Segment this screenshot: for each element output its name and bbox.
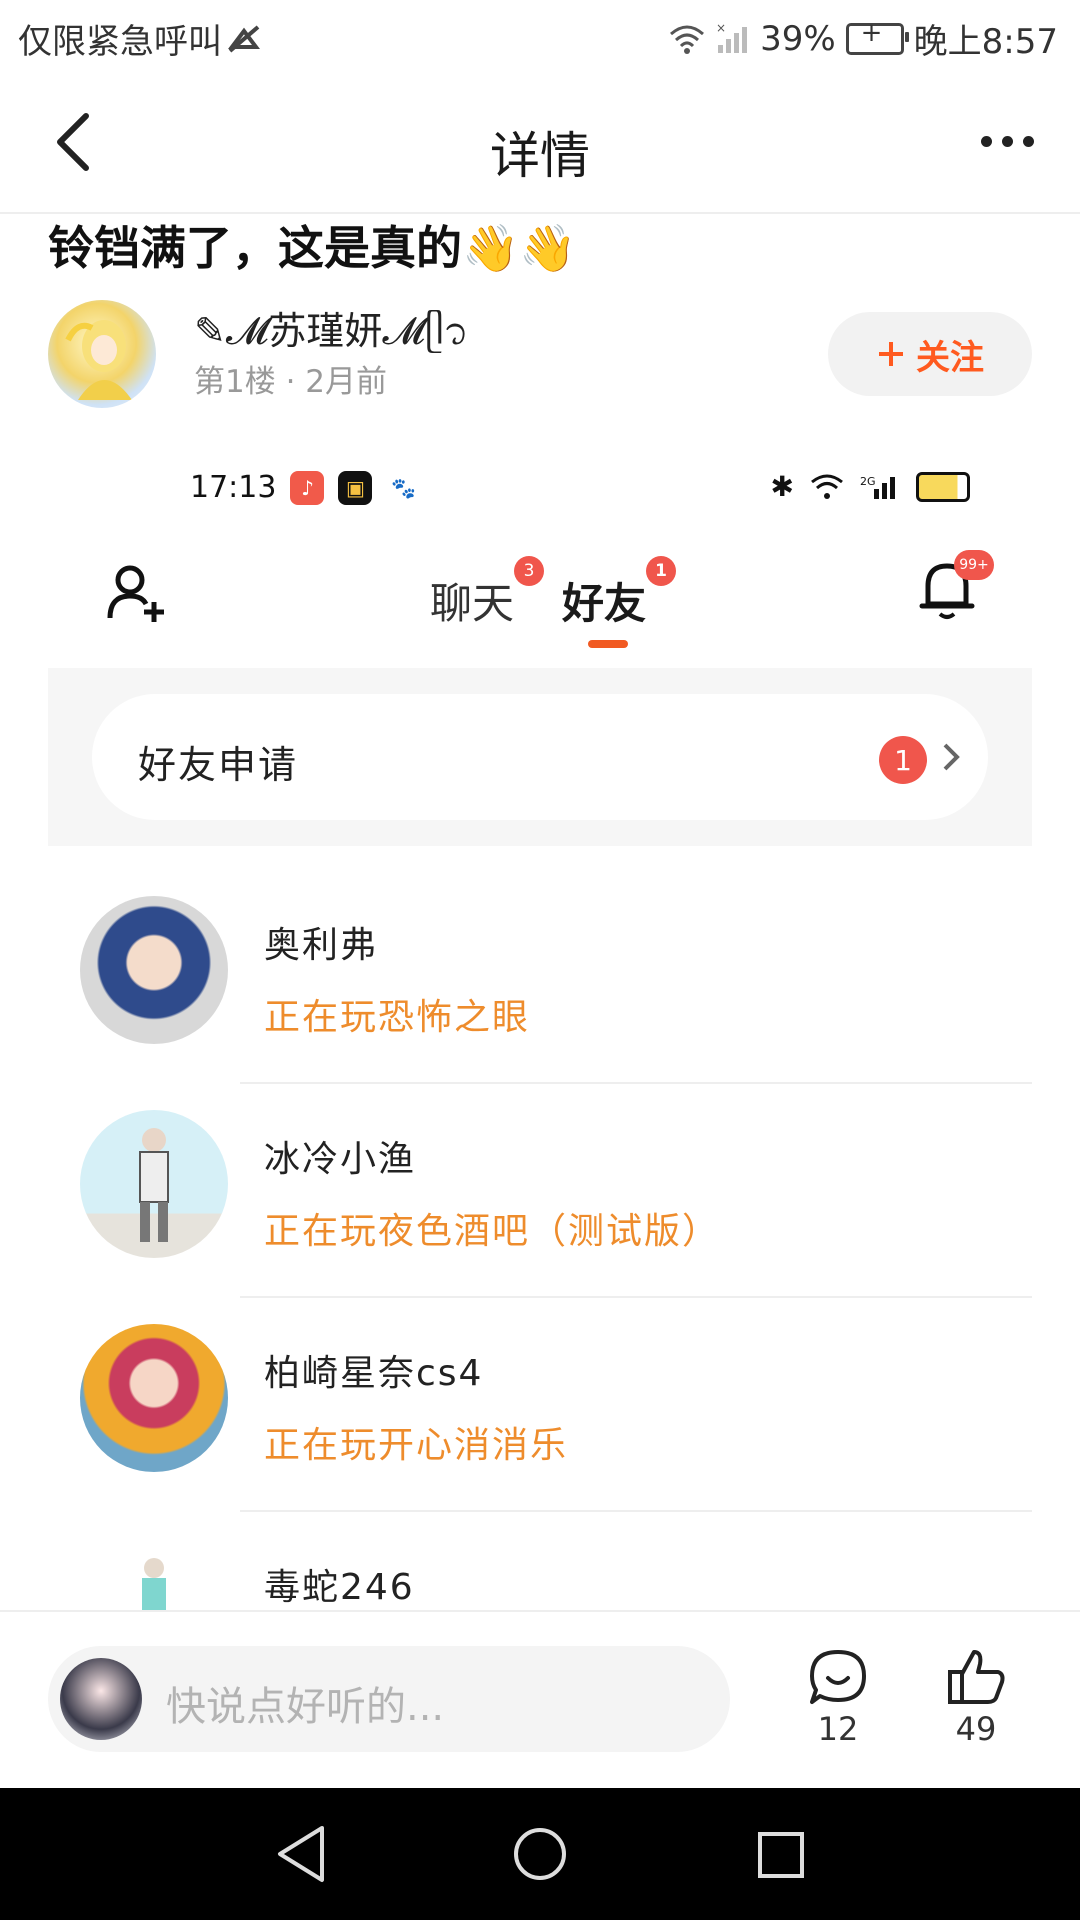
follow-button[interactable]: 关注 (828, 312, 1032, 396)
status-bar-right: × 39% + 晚上8:57 (668, 14, 1058, 63)
comment-input[interactable]: 快说点好听的... (48, 1646, 730, 1752)
post-meta: 第1楼 · 2月前 (194, 364, 388, 400)
clock: 晚上8:57 (913, 22, 1058, 62)
signal-off-icon (228, 24, 260, 53)
embedded-tab-bar: 聊天 3 好友 1 99+ (0, 530, 1080, 670)
embedded-request-section: 好友申请 1 (48, 668, 1032, 846)
comment-icon (810, 1650, 866, 1704)
embedded-tab-chat-badge: 3 (514, 556, 545, 586)
system-nav-bar (0, 1788, 1080, 1920)
comment-count: 12 (817, 1710, 859, 1748)
follow-label: 关注 (916, 337, 984, 378)
svg-text:×: × (716, 23, 726, 35)
friend-avatar (80, 1538, 228, 1610)
embedded-tab-chat: 聊天 3 (430, 556, 545, 631)
status-bar: 仅限紧急呼叫 × 39% + 晚上8:57 (0, 0, 1080, 72)
battery-percent: 39% (760, 18, 836, 59)
bluetooth-icon: ✱ (770, 470, 794, 503)
nav-recents-icon[interactable] (754, 1824, 808, 1884)
embedded-signal-icon: 2G (860, 475, 895, 499)
user-avatar (60, 1658, 142, 1740)
add-friend-icon (107, 565, 164, 622)
thumbs-up-icon (948, 1650, 1005, 1704)
friend-request-badge: 1 (879, 736, 927, 784)
friend-avatar-art (142, 1558, 166, 1610)
friend-status: 正在玩开心消消乐 (264, 1425, 569, 1466)
friend-avatar (80, 1110, 228, 1258)
cell-signal-icon: × (716, 23, 748, 53)
embedded-status-left: 17:13 ♪ ▣ 🐾 (190, 470, 421, 505)
music-app-icon: ♪ (290, 470, 325, 505)
page-title: 详情 (490, 127, 590, 185)
friend-list-item: 奥利弗 正在玩恐怖之眼 (0, 870, 1080, 1084)
post-image[interactable]: 17:13 ♪ ▣ 🐾 ✱ 2G 聊天 3 好友 1 99+ 好友申请 1 奥利… (0, 440, 1080, 1610)
nav-header: 详情 (0, 72, 1080, 214)
friend-list-item: 冰冷小渔 正在玩夜色酒吧（测试版） (0, 1084, 1080, 1298)
embedded-tab-friends: 好友 1 (562, 556, 677, 631)
paw-app-icon: 🐾 (386, 470, 421, 505)
author-avatar[interactable] (48, 300, 156, 408)
embedded-tab-friends-badge: 1 (646, 556, 677, 586)
embedded-tab-chat-label: 聊天 (430, 579, 515, 628)
embedded-status-right: ✱ 2G (771, 470, 970, 503)
embedded-battery-icon (916, 471, 970, 502)
embedded-wifi-icon (811, 474, 843, 499)
friend-avatar-art (139, 1128, 169, 1242)
friend-name: 冰冷小渔 (264, 1139, 417, 1180)
embedded-tab-friends-label: 好友 (562, 579, 647, 628)
chevron-right-icon (943, 743, 960, 771)
friend-request-label: 好友申请 (138, 743, 299, 787)
friend-name: 毒蛇246 (264, 1567, 415, 1608)
friend-avatar (80, 896, 228, 1044)
svg-text:2G: 2G (860, 475, 876, 488)
author-avatar-art (65, 320, 132, 400)
bell-badge: 99+ (954, 550, 994, 580)
status-bar-left: 仅限紧急呼叫 (18, 14, 260, 63)
embedded-time: 17:13 (190, 470, 277, 505)
more-icon[interactable] (981, 136, 1034, 147)
comment-button[interactable]: 12 (788, 1648, 888, 1748)
plus-icon (879, 342, 903, 366)
friend-avatar (80, 1324, 228, 1472)
carrier-text: 仅限紧急呼叫 (18, 22, 222, 62)
friend-name: 柏崎星奈cs4 (264, 1353, 484, 1394)
friend-status: 正在玩恐怖之眼 (264, 997, 531, 1038)
comment-placeholder: 快说点好听的... (166, 1684, 445, 1730)
friend-list-item: 毒蛇246 (0, 1512, 1080, 1610)
wifi-icon (670, 25, 705, 54)
embedded-tab-indicator (588, 640, 628, 648)
nav-back-icon[interactable] (274, 1824, 328, 1884)
app-icon: ▣ (338, 470, 373, 505)
friend-name: 奥利弗 (264, 925, 379, 966)
post-title: 铃铛满了，这是真的👋👋 (48, 221, 577, 275)
friend-status: 正在玩夜色酒吧（测试版） (264, 1211, 721, 1252)
bottom-action-bar: 快说点好听的... 12 49 (0, 1610, 1080, 1790)
like-count: 49 (955, 1710, 997, 1748)
battery-icon: + (845, 18, 909, 55)
like-button[interactable]: 49 (926, 1648, 1026, 1748)
friend-list-item: 柏崎星奈cs4 正在玩开心消消乐 (0, 1298, 1080, 1512)
nav-home-icon[interactable] (512, 1824, 568, 1884)
embedded-friend-request-row: 好友申请 1 (92, 694, 988, 820)
